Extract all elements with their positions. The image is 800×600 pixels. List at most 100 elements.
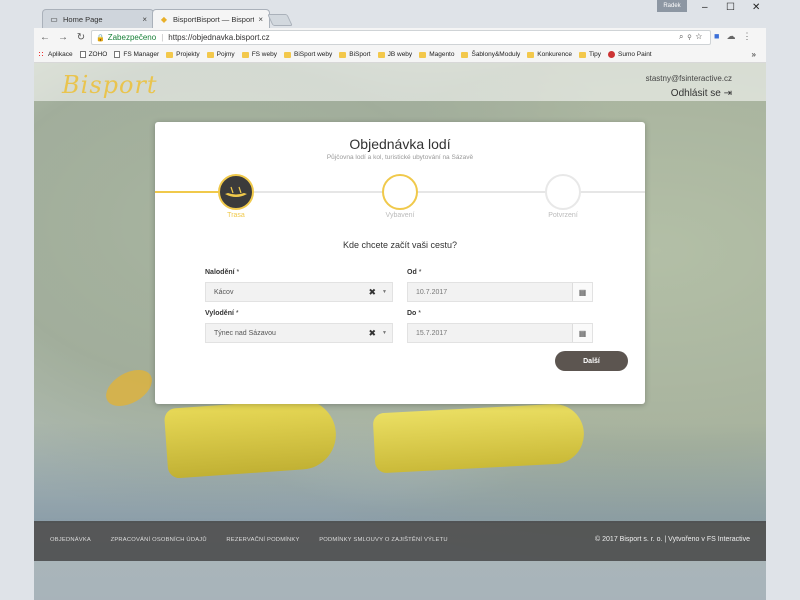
canoe-logo-icon [225, 186, 247, 197]
extension-icons: ■☁⋮ [714, 31, 758, 42]
forward-icon[interactable]: → [56, 32, 70, 43]
address-bar[interactable]: 🔒 Zabezpečeno | https://objednavka.bispo… [91, 30, 711, 45]
bookmark-label: BiSport [349, 51, 371, 58]
step-label-trasa: Trasa [227, 212, 245, 219]
page-title: Objednávka lodí [349, 136, 451, 152]
bookmark-konkurence[interactable]: Konkurence [527, 51, 572, 58]
close-tab-icon[interactable]: × [258, 15, 263, 24]
cloud-icon[interactable]: ☁ [726, 31, 742, 41]
select-value: Kácov [214, 288, 234, 296]
bookmark-jb-weby[interactable]: JB weby [377, 51, 412, 58]
bookmark-magento[interactable]: Magento [419, 51, 454, 58]
chevron-down-icon[interactable]: ▼ [382, 330, 387, 336]
new-tab-button[interactable] [267, 14, 293, 26]
step-vybaveni[interactable] [382, 174, 418, 210]
bookmark-label: Tipy [588, 51, 602, 58]
logout-label: Odhlásit se [670, 88, 721, 99]
folder-icon [241, 51, 249, 58]
footer-link-podminky-smlouvy[interactable]: PODMÍNKY SMLOUVY O ZAJIŠTĚNÍ VÝLETU [319, 537, 448, 543]
clear-icon[interactable]: ✖ [368, 328, 376, 339]
maximize-icon[interactable]: ☐ [726, 2, 735, 13]
menu-icon[interactable]: ⋮ [742, 31, 758, 41]
od-date-input[interactable]: 10.7.2017 ▦ [407, 282, 593, 302]
sumo-paint-icon [608, 51, 616, 58]
zoom-icon[interactable]: ⌕ [679, 32, 687, 41]
bookmark-label: FS weby [251, 51, 277, 58]
logout-link[interactable]: Odhlásit se ⇥ [671, 88, 732, 99]
required-mark: * [418, 310, 422, 317]
folder-icon [166, 51, 174, 58]
star-icon[interactable]: ☆ [695, 32, 706, 41]
calendar-icon[interactable]: ▦ [572, 283, 592, 301]
url-text[interactable]: https://objednavka.bisport.cz [168, 33, 269, 42]
order-card: Objednávka lodí Půjčovna lodí a kol, tur… [155, 122, 645, 404]
close-window-icon[interactable]: ✕ [752, 2, 760, 13]
required-mark: * [236, 269, 240, 276]
back-icon[interactable]: ← [38, 32, 52, 43]
select-value: Týnec nad Sázavou [214, 329, 276, 337]
bookmark-fs-manager[interactable]: FS Manager [114, 51, 159, 58]
vylodeni-label: Vylodění * [205, 310, 239, 317]
bookmark-fs-weby[interactable]: FS weby [241, 51, 277, 58]
profile-chip[interactable]: Radek [657, 0, 687, 12]
bookmark-bisport[interactable]: BiSport [339, 51, 371, 58]
page-subtitle: Půjčovna lodí a kol, turistické ubytován… [326, 154, 474, 161]
site-header: Bisport stastny@fsinteractive.cz Odhlási… [34, 63, 766, 101]
extension-icon[interactable]: ■ [714, 31, 726, 41]
lock-icon: 🔒 [96, 34, 105, 42]
close-tab-icon[interactable]: × [142, 15, 147, 24]
page-icon [79, 51, 86, 58]
tab-bisport[interactable]: ◆ BisportBisport — Bisport × [152, 9, 270, 28]
bookmark-label: Sumo Paint [618, 51, 652, 58]
folder-icon [461, 51, 469, 58]
calendar-icon[interactable]: ▦ [572, 324, 592, 342]
more-bookmarks-icon[interactable]: » [752, 50, 756, 59]
nalodeni-select[interactable]: Kácov ✖ ▼ [205, 282, 393, 302]
vylodeni-select[interactable]: Týnec nad Sázavou ✖ ▼ [205, 323, 393, 343]
next-button[interactable]: Další [555, 351, 628, 371]
bookmark-tipy[interactable]: Tipy [578, 51, 602, 58]
bookmark-zoho[interactable]: ZOHO [79, 51, 108, 58]
logout-icon: ⇥ [723, 88, 732, 99]
minimize-icon[interactable]: – [702, 2, 708, 13]
step-label-potvrzeni: Potvrzení [548, 212, 578, 219]
nalodeni-label: Nalodění * [205, 269, 239, 276]
bookmark-label: ZOHO [88, 51, 108, 58]
do-label: Do * [407, 310, 421, 317]
do-date-input[interactable]: 15.7.2017 ▦ [407, 323, 593, 343]
browser-toolbar: ← → ↻ 🔒 Zabezpečeno | https://objednavka… [34, 28, 766, 47]
bookmark-sumo-paint[interactable]: Sumo Paint [608, 51, 652, 58]
bookmarks-bar: Aplikace ZOHO FS Manager Projekty Pojmy … [34, 47, 766, 63]
od-label: Od * [407, 269, 421, 276]
bookmark-sablony[interactable]: Šablony&Moduly [461, 51, 520, 58]
footer-link-objednavka[interactable]: OBJEDNÁVKA [50, 537, 91, 543]
site-footer: OBJEDNÁVKA ZPRACOVÁNÍ OSOBNÍCH ÚDAJŮ REZ… [34, 521, 766, 561]
step-potvrzeni[interactable] [545, 174, 581, 210]
bookmark-bisport-weby[interactable]: BiSport weby [283, 51, 332, 58]
bookmark-apps[interactable]: Aplikace [38, 51, 73, 58]
footer-link-osobni-udaje[interactable]: ZPRACOVÁNÍ OSOBNÍCH ÚDAJŮ [111, 537, 207, 543]
tab-home-page[interactable]: ▭ Home Page × [42, 9, 154, 28]
bookmark-pojmy[interactable]: Pojmy [206, 51, 235, 58]
bookmark-projekty[interactable]: Projekty [166, 51, 200, 58]
separator: | [161, 33, 164, 42]
chevron-down-icon[interactable]: ▼ [382, 289, 387, 295]
label-text: Vylodění [205, 310, 234, 317]
site-logo[interactable]: Bisport [62, 71, 158, 99]
footer-link-rezervacni-podminky[interactable]: REZERVAČNÍ PODMÍNKY [226, 537, 299, 543]
folder-icon [419, 51, 427, 58]
label-text: Nalodění [205, 269, 235, 276]
bookmark-label: Šablony&Moduly [471, 51, 521, 58]
folder-icon [339, 51, 347, 58]
page-content: Bisport stastny@fsinteractive.cz Odhlási… [34, 63, 766, 600]
date-value: 10.7.2017 [416, 288, 448, 296]
reload-icon[interactable]: ↻ [74, 32, 88, 43]
folder-icon [578, 51, 586, 58]
bookmark-label: Projekty [176, 51, 200, 58]
bookmark-label: Magento [429, 51, 455, 58]
background-paddle [99, 362, 159, 414]
background-kayak [163, 397, 339, 479]
clear-icon[interactable]: ✖ [368, 287, 376, 298]
step-trasa[interactable] [218, 174, 254, 210]
route-question: Kde chcete začít vaši cestu? [342, 240, 458, 250]
